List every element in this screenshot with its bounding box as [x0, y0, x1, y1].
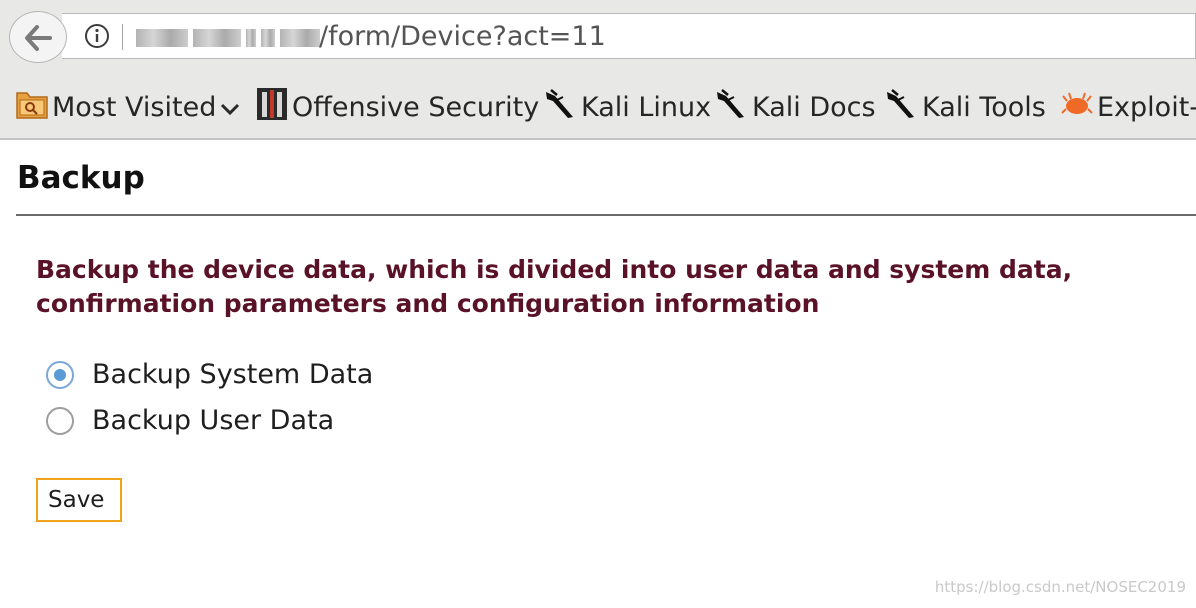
bookmark-label: Kali Tools	[922, 91, 1046, 123]
bookmark-exploit-db[interactable]: Exploit-	[1061, 90, 1196, 124]
back-button[interactable]	[9, 11, 67, 63]
kali-dragon-icon	[884, 87, 918, 128]
url-separator	[122, 24, 123, 50]
title-divider	[16, 214, 1196, 216]
option-backup-system-data[interactable]: Backup System Data	[46, 358, 373, 392]
exploit-db-icon	[1061, 89, 1093, 126]
radio-label: Backup User Data	[92, 405, 335, 436]
page-title: Backup	[17, 160, 145, 196]
info-icon[interactable]	[84, 23, 110, 49]
bookmark-most-visited[interactable]: Most Visited	[16, 90, 240, 124]
bookmark-kali-tools[interactable]: Kali Tools	[884, 88, 1046, 124]
description-line-1: Backup the device data, which is divided…	[36, 255, 1073, 284]
bookmarks-bar: Most Visited Offensive Security Kali Lin…	[0, 76, 1196, 140]
radio-backup-user-data[interactable]	[46, 407, 74, 435]
chevron-down-icon	[220, 92, 240, 123]
bookmark-label: Offensive Security	[292, 91, 540, 123]
watermark: https://blog.csdn.net/NOSEC2019	[934, 578, 1186, 596]
url-host-redacted	[136, 28, 320, 48]
backup-description: Backup the device data, which is divided…	[36, 253, 1196, 321]
kali-dragon-icon	[714, 87, 748, 128]
bookmark-label: Kali Linux	[581, 91, 712, 123]
bookmark-label: Exploit-	[1097, 91, 1196, 123]
description-line-2: confirmation parameters and configuratio…	[36, 289, 820, 318]
radio-label: Backup System Data	[92, 359, 374, 390]
back-arrow-icon	[25, 25, 52, 51]
bookmark-label: Kali Docs	[752, 91, 876, 123]
bookmark-kali-docs[interactable]: Kali Docs	[714, 88, 876, 124]
offsec-icon	[256, 87, 288, 128]
kali-dragon-icon	[543, 87, 577, 128]
option-backup-user-data[interactable]: Backup User Data	[46, 404, 334, 438]
bookmark-kali-linux[interactable]: Kali Linux	[543, 88, 712, 124]
url-text[interactable]: /form/Device?act=11	[319, 20, 606, 54]
address-bar[interactable]: /form/Device?act=11	[62, 13, 1196, 59]
radio-backup-system-data[interactable]	[46, 361, 74, 389]
bookmark-label: Most Visited	[52, 91, 217, 123]
bookmark-offensive-security[interactable]: Offensive Security	[256, 87, 540, 124]
folder-icon	[16, 89, 48, 126]
save-button[interactable]: Save	[36, 478, 122, 522]
browser-toolbar: /form/Device?act=11	[0, 0, 1196, 76]
